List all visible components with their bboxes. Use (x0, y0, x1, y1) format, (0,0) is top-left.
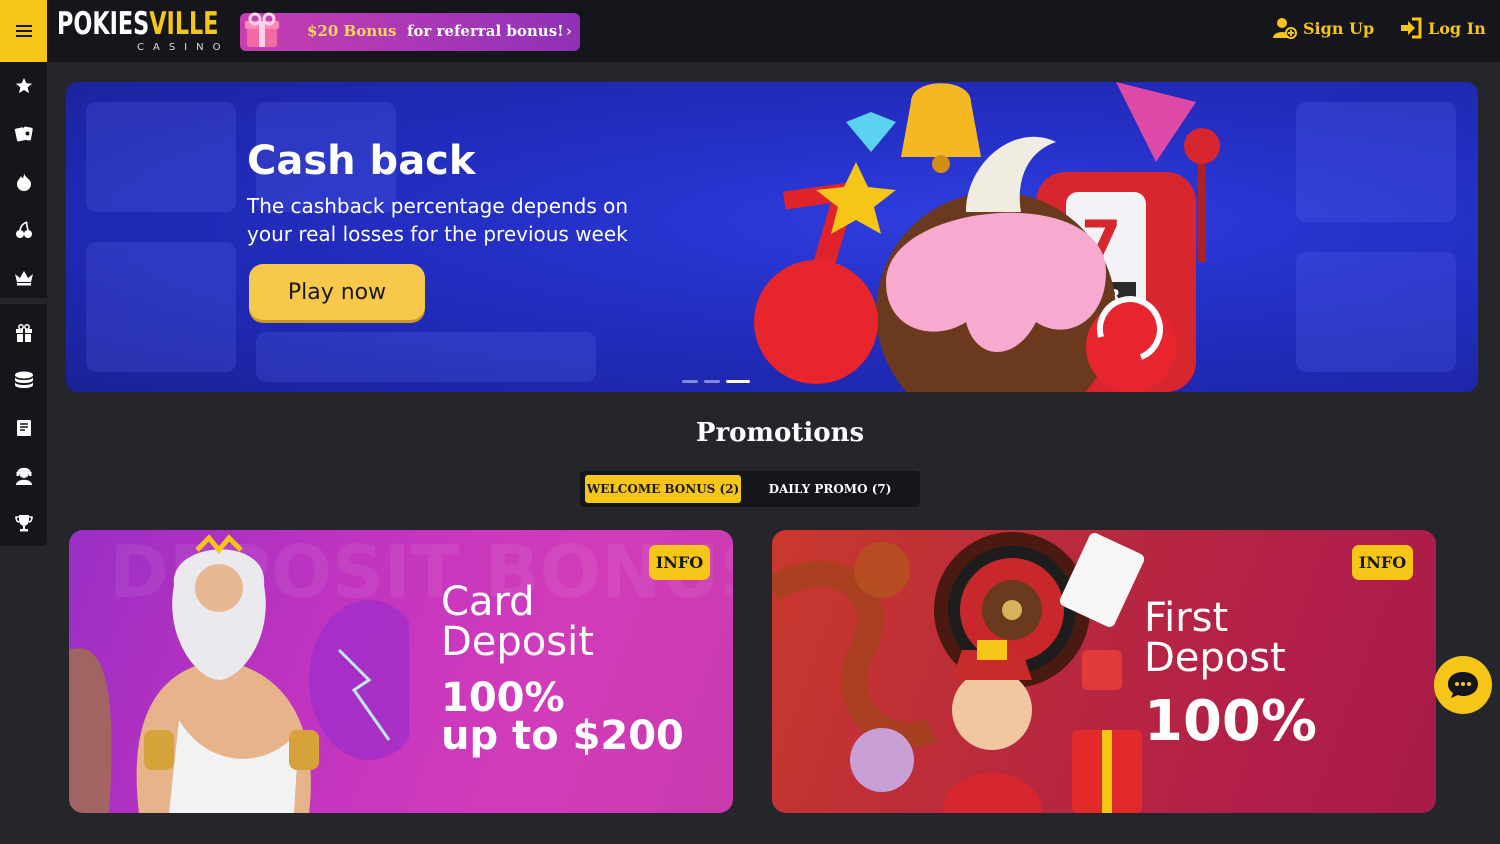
tab-daily-promo[interactable]: DAILY PROMO (7) (750, 475, 910, 503)
promotion-tabs: WELCOME BONUS (2) DAILY PROMO (7) (580, 471, 920, 507)
user-add-icon (1273, 18, 1297, 39)
logo-subtitle: CASINO (137, 42, 230, 53)
sidebar (0, 62, 47, 546)
card-title-line2: Depost (1144, 635, 1286, 681)
log-in-label: Log In (1428, 18, 1486, 38)
card-title-line1: First (1144, 595, 1229, 641)
hero-banner[interactable]: Cash back The cashback percentage depend… (66, 82, 1478, 392)
chevron-right-icon: › (566, 22, 572, 40)
sidebar-item-slots[interactable] (0, 210, 47, 250)
chat-bubble-icon (1448, 672, 1478, 698)
slide-dot-3[interactable] (726, 380, 750, 383)
sidebar-divider (0, 298, 47, 304)
card-title-line1: Card (441, 579, 535, 625)
logo-wordmark: POKIESVILLE (57, 6, 219, 42)
info-badge[interactable]: INFO (649, 545, 710, 580)
slide-dot-1[interactable] (682, 380, 698, 383)
support-agent-icon (15, 467, 32, 485)
live-chat-button[interactable] (1434, 656, 1492, 714)
promotions-heading: Promotions (695, 418, 865, 448)
log-in-button[interactable]: Log In (1400, 17, 1486, 39)
hamburger-icon (15, 25, 32, 37)
roulette-fortune-god-artwork (772, 532, 1145, 813)
sidebar-item-hot[interactable] (0, 162, 47, 202)
sidebar-item-coins[interactable] (0, 360, 47, 400)
slider-dots (682, 380, 750, 383)
card-title-line2: Deposit (441, 619, 594, 665)
cards-icon (14, 126, 33, 142)
sign-up-button[interactable]: Sign Up (1273, 17, 1374, 39)
gift-box-icon (245, 12, 279, 47)
sidebar-item-card-games[interactable] (0, 114, 47, 154)
fire-icon (16, 173, 31, 191)
sidebar-item-promotions[interactable] (0, 313, 47, 353)
referral-text: $20 Bonus for referral bonus! (307, 22, 564, 40)
banner-title: Cash back (247, 138, 476, 184)
card-value-line1: 100% (1144, 689, 1318, 754)
referral-bonus-banner[interactable]: $20 Bonus for referral bonus! › (240, 12, 580, 51)
coins-icon (14, 371, 33, 388)
trophy-icon (14, 515, 33, 532)
top-bar: POKIESVILLE CASINO $20 Bonus for referra… (0, 0, 1500, 62)
card-value-line2: up to $200 (441, 713, 684, 759)
promo-card-card-deposit[interactable]: DEPOSIT BONUS INFO Card Deposit 100% up … (69, 530, 733, 813)
info-badge[interactable]: INFO (1352, 545, 1413, 580)
sidebar-item-tournaments[interactable] (0, 503, 47, 543)
tab-welcome-bonus[interactable]: WELCOME BONUS (2) (585, 475, 741, 503)
card-value-line1: 100% (441, 675, 565, 721)
slide-dot-2[interactable] (704, 380, 720, 383)
logo[interactable]: POKIESVILLE CASINO (57, 8, 222, 54)
gift-icon (15, 324, 32, 342)
play-now-button[interactable]: Play now (249, 264, 425, 320)
star-icon (15, 77, 32, 94)
login-icon (1401, 17, 1422, 39)
sign-up-label: Sign Up (1303, 18, 1375, 38)
menu-button[interactable] (0, 0, 47, 62)
crown-icon (14, 271, 33, 286)
zeus-character-artwork (69, 534, 409, 813)
promo-card-first-deposit[interactable]: INFO First Depost 100% (772, 530, 1436, 813)
cherries-icon (15, 221, 32, 238)
banner-description: The cashback percentage depends on your … (247, 194, 629, 246)
sidebar-item-favorites[interactable] (0, 66, 47, 106)
sidebar-item-vip[interactable] (0, 258, 47, 298)
sidebar-item-support[interactable] (0, 456, 47, 496)
slot-machine-artwork: 7 BAR 7 (754, 82, 1220, 392)
